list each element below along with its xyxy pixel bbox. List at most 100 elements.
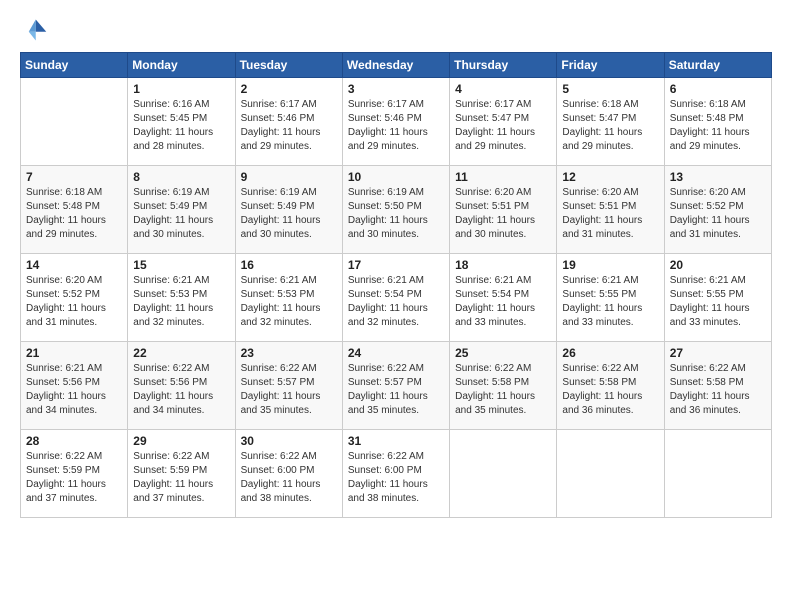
day-number: 5: [562, 82, 658, 96]
day-info: Sunrise: 6:22 AMSunset: 5:56 PMDaylight:…: [133, 362, 229, 418]
day-info: Sunrise: 6:21 AMSunset: 5:55 PMDaylight:…: [670, 274, 766, 330]
day-number: 10: [348, 170, 444, 184]
day-info: Sunrise: 6:18 AMSunset: 5:47 PMDaylight:…: [562, 98, 658, 154]
day-info: Sunrise: 6:22 AMSunset: 5:59 PMDaylight:…: [133, 450, 229, 506]
day-info: Sunrise: 6:17 AMSunset: 5:47 PMDaylight:…: [455, 98, 551, 154]
day-info: Sunrise: 6:17 AMSunset: 5:46 PMDaylight:…: [241, 98, 337, 154]
day-info: Sunrise: 6:22 AMSunset: 5:58 PMDaylight:…: [455, 362, 551, 418]
calendar-cell: 10 Sunrise: 6:19 AMSunset: 5:50 PMDayligh…: [342, 166, 449, 254]
calendar-cell: 11 Sunrise: 6:20 AMSunset: 5:51 PMDayligh…: [450, 166, 557, 254]
calendar-cell: 8 Sunrise: 6:19 AMSunset: 5:49 PMDaylight…: [128, 166, 235, 254]
week-row-4: 28 Sunrise: 6:22 AMSunset: 5:59 PMDayligh…: [21, 430, 772, 518]
calendar-cell: 24 Sunrise: 6:22 AMSunset: 5:57 PMDayligh…: [342, 342, 449, 430]
day-number: 2: [241, 82, 337, 96]
day-number: 25: [455, 346, 551, 360]
day-number: 24: [348, 346, 444, 360]
calendar-cell: 26 Sunrise: 6:22 AMSunset: 5:58 PMDayligh…: [557, 342, 664, 430]
calendar-cell: 14 Sunrise: 6:20 AMSunset: 5:52 PMDayligh…: [21, 254, 128, 342]
calendar-cell: [557, 430, 664, 518]
day-header-wednesday: Wednesday: [342, 53, 449, 78]
day-header-monday: Monday: [128, 53, 235, 78]
calendar-cell: 29 Sunrise: 6:22 AMSunset: 5:59 PMDayligh…: [128, 430, 235, 518]
calendar-cell: 7Sunrise: 6:18 AMSunset: 5:48 PMDaylight…: [21, 166, 128, 254]
calendar-cell: 2 Sunrise: 6:17 AMSunset: 5:46 PMDaylight…: [235, 78, 342, 166]
day-number: 31: [348, 434, 444, 448]
day-number: 11: [455, 170, 551, 184]
day-number: 12: [562, 170, 658, 184]
day-number: 21: [26, 346, 122, 360]
day-info: Sunrise: 6:21 AMSunset: 5:55 PMDaylight:…: [562, 274, 658, 330]
week-row-2: 14 Sunrise: 6:20 AMSunset: 5:52 PMDayligh…: [21, 254, 772, 342]
day-info: Sunrise: 6:21 AMSunset: 5:53 PMDaylight:…: [133, 274, 229, 330]
day-info: Sunrise: 6:22 AMSunset: 5:59 PMDaylight:…: [26, 450, 122, 506]
day-number: 30: [241, 434, 337, 448]
day-info: Sunrise: 6:20 AMSunset: 5:52 PMDaylight:…: [26, 274, 122, 330]
calendar-cell: 19 Sunrise: 6:21 AMSunset: 5:55 PMDayligh…: [557, 254, 664, 342]
day-number: 8: [133, 170, 229, 184]
day-info: Sunrise: 6:19 AMSunset: 5:50 PMDaylight:…: [348, 186, 444, 242]
page: SundayMondayTuesdayWednesdayThursdayFrid…: [0, 0, 792, 612]
day-number: 15: [133, 258, 229, 272]
calendar-cell: 6 Sunrise: 6:18 AMSunset: 5:48 PMDaylight…: [664, 78, 771, 166]
logo: [20, 16, 52, 44]
calendar-cell: 4Sunrise: 6:17 AMSunset: 5:47 PMDaylight…: [450, 78, 557, 166]
calendar-cell: 16 Sunrise: 6:21 AMSunset: 5:53 PMDayligh…: [235, 254, 342, 342]
calendar-cell: 31 Sunrise: 6:22 AMSunset: 6:00 PMDayligh…: [342, 430, 449, 518]
day-number: 13: [670, 170, 766, 184]
week-row-0: 1Sunrise: 6:16 AMSunset: 5:45 PMDaylight…: [21, 78, 772, 166]
calendar-cell: 3 Sunrise: 6:17 AMSunset: 5:46 PMDaylight…: [342, 78, 449, 166]
day-number: 3: [348, 82, 444, 96]
day-number: 28: [26, 434, 122, 448]
day-info: Sunrise: 6:22 AMSunset: 6:00 PMDaylight:…: [348, 450, 444, 506]
day-header-friday: Friday: [557, 53, 664, 78]
day-header-saturday: Saturday: [664, 53, 771, 78]
calendar-cell: [450, 430, 557, 518]
day-header-sunday: Sunday: [21, 53, 128, 78]
week-row-3: 21 Sunrise: 6:21 AMSunset: 5:56 PMDayligh…: [21, 342, 772, 430]
day-number: 19: [562, 258, 658, 272]
calendar-cell: 21 Sunrise: 6:21 AMSunset: 5:56 PMDayligh…: [21, 342, 128, 430]
day-info: Sunrise: 6:16 AMSunset: 5:45 PMDaylight:…: [133, 98, 229, 154]
day-info: Sunrise: 6:22 AMSunset: 5:57 PMDaylight:…: [348, 362, 444, 418]
calendar-cell: 25 Sunrise: 6:22 AMSunset: 5:58 PMDayligh…: [450, 342, 557, 430]
calendar-cell: 17 Sunrise: 6:21 AMSunset: 5:54 PMDayligh…: [342, 254, 449, 342]
day-number: 7: [26, 170, 122, 184]
day-info: Sunrise: 6:21 AMSunset: 5:54 PMDaylight:…: [348, 274, 444, 330]
day-number: 26: [562, 346, 658, 360]
calendar-cell: 13 Sunrise: 6:20 AMSunset: 5:52 PMDayligh…: [664, 166, 771, 254]
day-number: 20: [670, 258, 766, 272]
day-info: Sunrise: 6:22 AMSunset: 5:58 PMDaylight:…: [562, 362, 658, 418]
day-number: 23: [241, 346, 337, 360]
calendar-cell: 30Sunrise: 6:22 AMSunset: 6:00 PMDayligh…: [235, 430, 342, 518]
day-info: Sunrise: 6:21 AMSunset: 5:53 PMDaylight:…: [241, 274, 337, 330]
day-info: Sunrise: 6:17 AMSunset: 5:46 PMDaylight:…: [348, 98, 444, 154]
calendar-cell: 18Sunrise: 6:21 AMSunset: 5:54 PMDayligh…: [450, 254, 557, 342]
day-header-tuesday: Tuesday: [235, 53, 342, 78]
day-info: Sunrise: 6:20 AMSunset: 5:51 PMDaylight:…: [455, 186, 551, 242]
day-number: 17: [348, 258, 444, 272]
day-number: 6: [670, 82, 766, 96]
day-info: Sunrise: 6:21 AMSunset: 5:54 PMDaylight:…: [455, 274, 551, 330]
day-info: Sunrise: 6:19 AMSunset: 5:49 PMDaylight:…: [133, 186, 229, 242]
calendar-table: SundayMondayTuesdayWednesdayThursdayFrid…: [20, 52, 772, 518]
day-info: Sunrise: 6:22 AMSunset: 5:58 PMDaylight:…: [670, 362, 766, 418]
calendar-cell: 22 Sunrise: 6:22 AMSunset: 5:56 PMDayligh…: [128, 342, 235, 430]
day-info: Sunrise: 6:20 AMSunset: 5:52 PMDaylight:…: [670, 186, 766, 242]
calendar-cell: 27 Sunrise: 6:22 AMSunset: 5:58 PMDayligh…: [664, 342, 771, 430]
day-info: Sunrise: 6:20 AMSunset: 5:51 PMDaylight:…: [562, 186, 658, 242]
calendar-cell: 23Sunrise: 6:22 AMSunset: 5:57 PMDayligh…: [235, 342, 342, 430]
calendar-header-row: SundayMondayTuesdayWednesdayThursdayFrid…: [21, 53, 772, 78]
day-number: 27: [670, 346, 766, 360]
header: [20, 16, 772, 44]
day-number: 22: [133, 346, 229, 360]
day-number: 14: [26, 258, 122, 272]
day-info: Sunrise: 6:18 AMSunset: 5:48 PMDaylight:…: [670, 98, 766, 154]
day-number: 9: [241, 170, 337, 184]
calendar-cell: 12 Sunrise: 6:20 AMSunset: 5:51 PMDayligh…: [557, 166, 664, 254]
calendar-cell: [664, 430, 771, 518]
calendar-cell: 15 Sunrise: 6:21 AMSunset: 5:53 PMDayligh…: [128, 254, 235, 342]
day-number: 16: [241, 258, 337, 272]
calendar-cell: 20 Sunrise: 6:21 AMSunset: 5:55 PMDayligh…: [664, 254, 771, 342]
day-number: 29: [133, 434, 229, 448]
day-info: Sunrise: 6:21 AMSunset: 5:56 PMDaylight:…: [26, 362, 122, 418]
